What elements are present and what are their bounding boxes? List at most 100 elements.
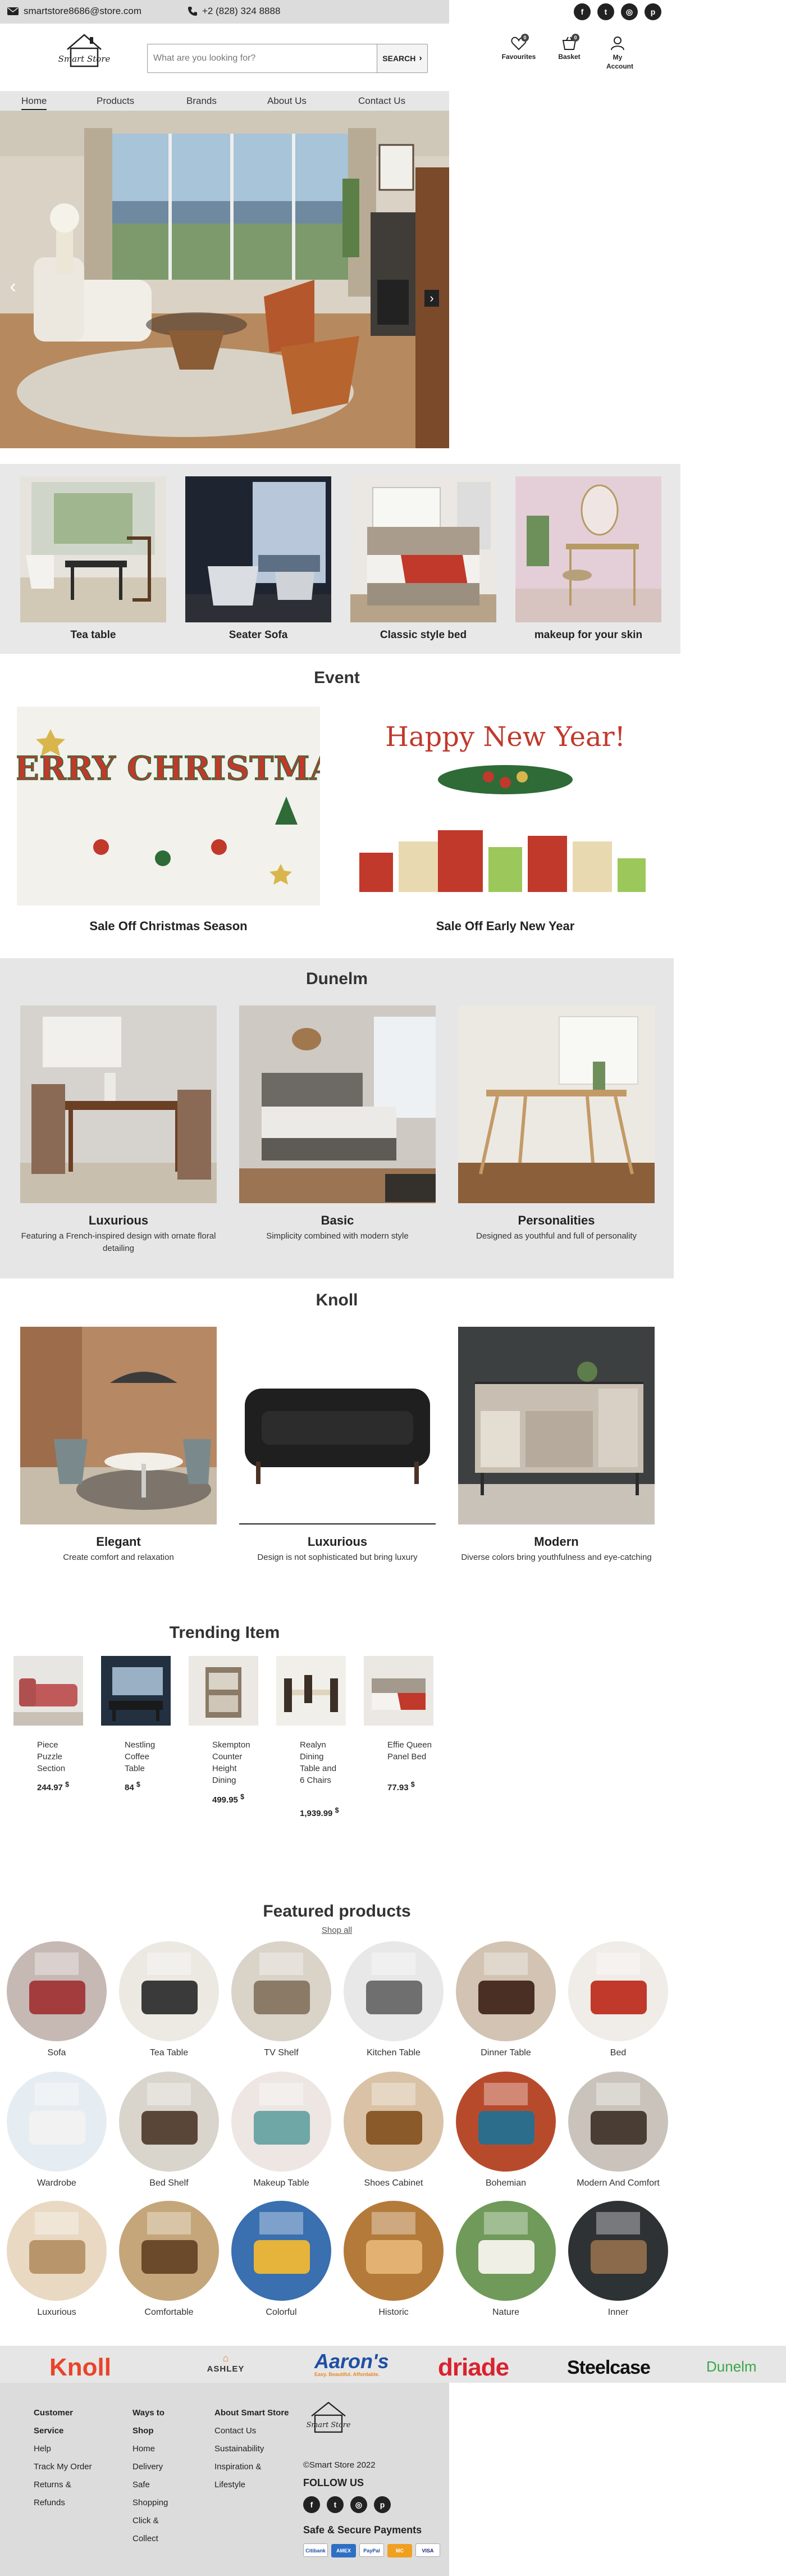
nav-products[interactable]: Products [97,95,134,107]
featured-item-label[interactable]: Modern And Comfort [568,2178,668,2188]
category-label-seater-sofa[interactable]: Seater Sofa [185,629,331,641]
pinterest-icon[interactable]: p [645,3,661,20]
featured-item-label[interactable]: Tea Table [119,2048,219,2058]
brand-aarons-logo[interactable]: Aaron's Easy. Beautiful. Affordable. [314,2351,389,2378]
featured-item-image[interactable] [231,2201,331,2301]
search-input[interactable]: What are you looking for? [148,44,377,72]
new-year-event-image[interactable]: Happy New Year! [354,707,657,905]
pinterest-icon[interactable]: p [374,2496,391,2513]
footer-link-sustainability[interactable]: Sustainability [214,2440,304,2458]
hero-prev-arrow-icon[interactable]: ‹ [4,275,21,298]
knoll-modern-title[interactable]: Modern [458,1535,655,1549]
featured-item-label[interactable]: Wardrobe [7,2178,107,2188]
category-tea-table-image[interactable] [20,476,166,622]
instagram-icon[interactable]: ◎ [350,2496,367,2513]
featured-item-label[interactable]: Bed [568,2048,668,2058]
trending-item-name[interactable]: Realyn Dining Table and 6 Chairs [300,1739,339,1786]
basket-button[interactable]: 0 Basket [547,34,592,61]
featured-item-image[interactable] [7,2072,107,2172]
brand-driade-logo[interactable]: driade [438,2354,509,2382]
brand-dunelm-logo[interactable]: Dunelm [706,2358,757,2375]
christmas-event-image[interactable]: MERRY CHRISTMAS [17,707,320,905]
featured-item-image[interactable] [344,2201,444,2301]
featured-item-image[interactable] [568,2072,668,2172]
category-classic-bed-image[interactable] [350,476,496,622]
knoll-modern-image[interactable] [458,1327,655,1524]
nav-home[interactable]: Home [21,95,47,110]
search-button[interactable]: SEARCH › [377,44,427,72]
featured-item-image[interactable] [568,2201,668,2301]
favourites-button[interactable]: 0 Favourites [496,34,541,61]
trending-item-name[interactable]: Nestling Coffee Table [125,1739,170,1774]
featured-item-label[interactable]: Kitchen Table [344,2048,444,2058]
featured-item-image[interactable] [568,1941,668,2041]
category-label-tea-table[interactable]: Tea table [20,629,166,641]
featured-item-label[interactable]: Luxurious [7,2308,107,2318]
category-makeup-image[interactable] [515,476,661,622]
featured-item-label[interactable]: Dinner Table [456,2048,556,2058]
dunelm-basic-image[interactable] [239,1005,436,1203]
instagram-icon[interactable]: ◎ [621,3,638,20]
category-label-makeup[interactable]: makeup for your skin [515,629,661,641]
christmas-event-label[interactable]: Sale Off Christmas Season [17,919,320,934]
trending-item-image[interactable] [276,1656,346,1726]
featured-item-image[interactable] [231,1941,331,2041]
store-logo[interactable]: Smart Store [51,30,118,75]
dunelm-personalities-image[interactable] [458,1005,655,1203]
nav-brands[interactable]: Brands [186,95,217,107]
trending-item-image[interactable] [189,1656,258,1726]
category-label-classic-bed[interactable]: Classic style bed [350,629,496,641]
footer-link-home-delivery[interactable]: Home Delivery [132,2440,177,2476]
featured-item-image[interactable] [456,2201,556,2301]
featured-item-label[interactable]: Comfortable [119,2308,219,2318]
featured-item-image[interactable] [231,2072,331,2172]
featured-item-image[interactable] [344,1941,444,2041]
knoll-elegant-title[interactable]: Elegant [20,1535,217,1549]
featured-item-image[interactable] [119,2072,219,2172]
footer-link-safe-shopping[interactable]: Safe Shopping [132,2476,177,2512]
email-contact[interactable]: smartstore8686@store.com [7,6,141,17]
twitter-icon[interactable]: t [327,2496,344,2513]
featured-item-image[interactable] [119,1941,219,2041]
footer-link-inspiration[interactable]: Inspiration & Lifestyle [214,2458,276,2494]
featured-item-label[interactable]: Bohemian [456,2178,556,2188]
trending-item-image[interactable] [13,1656,83,1726]
featured-item-image[interactable] [7,1941,107,2041]
nav-about-us[interactable]: About Us [267,95,307,107]
featured-item-label[interactable]: Makeup Table [231,2178,331,2188]
dunelm-personalities-title[interactable]: Personalities [458,1213,655,1228]
category-seater-sofa-image[interactable] [185,476,331,622]
footer-link-track-order[interactable]: Track My Order [34,2458,101,2476]
dunelm-luxurious-title[interactable]: Luxurious [20,1213,217,1228]
account-button[interactable]: My Account [594,36,641,71]
phone-contact[interactable]: +2 (828) 324 8888 [188,6,280,17]
footer-link-returns[interactable]: Returns & Refunds [34,2476,79,2512]
nav-contact-us[interactable]: Contact Us [358,95,405,107]
featured-item-label[interactable]: Nature [456,2308,556,2318]
facebook-icon[interactable]: f [574,3,591,20]
brand-ashley-logo[interactable]: ⌂ ASHLEY [203,2352,248,2374]
featured-item-label[interactable]: Historic [344,2308,444,2318]
footer-link-click-collect[interactable]: Click & Collect [132,2512,177,2548]
trending-item-name[interactable]: Effie Queen Panel Bed [387,1739,432,1763]
trending-item-name[interactable]: Piece Puzzle Section [37,1739,82,1774]
facebook-icon[interactable]: f [303,2496,320,2513]
dunelm-luxurious-image[interactable] [20,1005,217,1203]
new-year-event-label[interactable]: Sale Off Early New Year [354,919,657,934]
trending-item-name[interactable]: Skempton Counter Height Dining [212,1739,257,1786]
shop-all-link[interactable]: Shop all [0,1926,674,1935]
trending-item-image[interactable] [364,1656,433,1726]
featured-item-label[interactable]: TV Shelf [231,2048,331,2058]
featured-item-label[interactable]: Inner [568,2308,668,2318]
featured-item-image[interactable] [344,2072,444,2172]
featured-item-image[interactable] [119,2201,219,2301]
featured-item-image[interactable] [456,2072,556,2172]
featured-item-label[interactable]: Bed Shelf [119,2178,219,2188]
dunelm-basic-title[interactable]: Basic [239,1213,436,1228]
featured-item-label[interactable]: Sofa [7,2048,107,2058]
footer-link-help[interactable]: Help [34,2440,101,2458]
featured-item-image[interactable] [456,1941,556,2041]
hero-next-arrow-icon[interactable]: › [424,290,439,307]
footer-logo[interactable]: Smart Store [303,2398,371,2443]
featured-item-image[interactable] [7,2201,107,2301]
